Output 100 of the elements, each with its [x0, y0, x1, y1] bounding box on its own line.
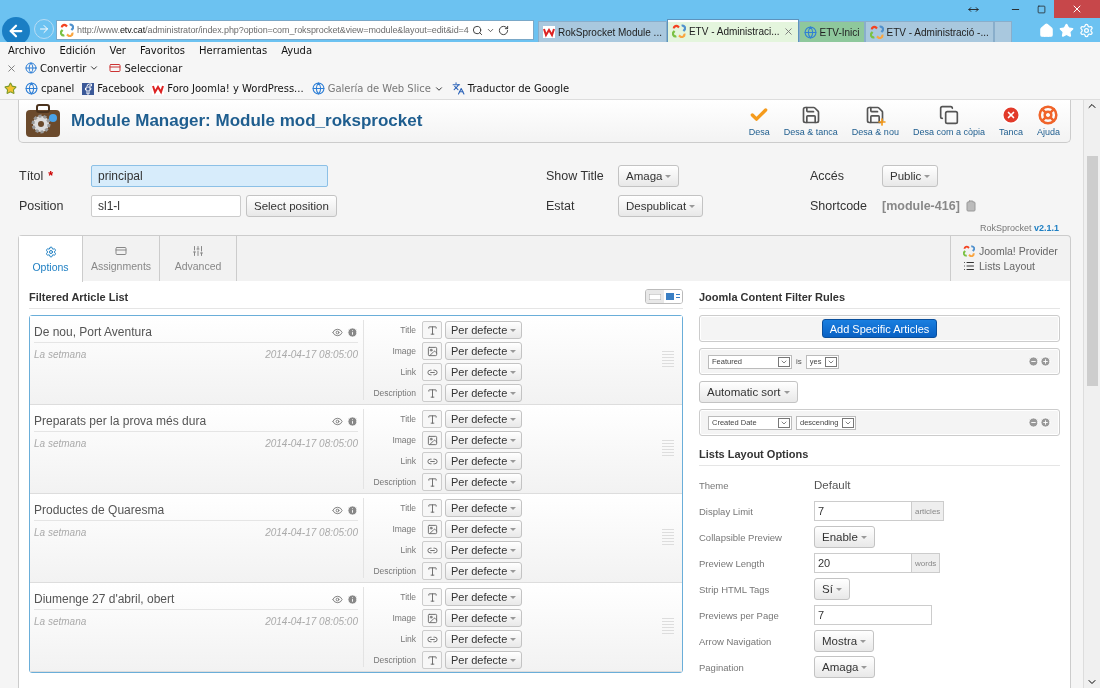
- tab[interactable]: Options: [19, 236, 83, 282]
- field-type-button[interactable]: [422, 562, 442, 580]
- scrollbar[interactable]: [1083, 100, 1100, 688]
- field-dropdown[interactable]: Per defecte: [445, 342, 523, 360]
- field-type-button[interactable]: [422, 452, 442, 470]
- close-tab-icon[interactable]: [782, 25, 794, 37]
- state-dropdown[interactable]: Despublicat: [618, 195, 704, 217]
- option-dropdown[interactable]: Sí: [814, 578, 850, 600]
- field-type-button[interactable]: [422, 473, 442, 491]
- browser-tab[interactable]: RokSprocket Module ...: [538, 21, 667, 42]
- option-field[interactable]: 7 articles: [814, 501, 1060, 521]
- star-icon[interactable]: [1059, 22, 1074, 38]
- option-dropdown[interactable]: Enable: [814, 526, 875, 548]
- menu-item[interactable]: Edición: [59, 44, 96, 56]
- field-dropdown[interactable]: Per defecte: [445, 562, 523, 580]
- field-dropdown[interactable]: Per defecte: [445, 588, 523, 606]
- info-icon[interactable]: [347, 415, 358, 427]
- search-icon[interactable]: [471, 24, 483, 36]
- browser-tab[interactable]: ETV - Administració -...: [864, 21, 994, 42]
- toolbar-button[interactable]: Desa: [744, 105, 774, 137]
- field-dropdown[interactable]: Per defecte: [445, 651, 523, 669]
- browser-tab[interactable]: ETV-Inici: [798, 21, 865, 42]
- field-dropdown[interactable]: Per defecte: [445, 363, 523, 381]
- article-item[interactable]: De nou, Port Aventura La setmana 2014-04-17 08:05:00 Title Per defecte Image Per defecte Link Per defecte Description Per defecte: [30, 316, 682, 405]
- favorite-link[interactable]: cpanel: [25, 82, 75, 95]
- view-toggle[interactable]: [664, 290, 682, 303]
- field-type-button[interactable]: [422, 431, 442, 449]
- field-dropdown[interactable]: Per defecte: [445, 630, 523, 648]
- browser-tab[interactable]: ETV - Administraci...: [666, 19, 799, 42]
- field-label: Title: [399, 592, 416, 602]
- toolbar-button[interactable]: Ajuda: [1032, 105, 1064, 137]
- field-dropdown[interactable]: Per defecte: [445, 321, 523, 339]
- command-button[interactable]: Seleccionar: [107, 62, 185, 74]
- sort-dropdown[interactable]: Automatic sort: [699, 381, 798, 403]
- info-icon[interactable]: [347, 593, 358, 605]
- show-title-dropdown[interactable]: Amaga: [618, 165, 680, 187]
- field-dropdown[interactable]: Per defecte: [445, 384, 523, 402]
- field-dropdown[interactable]: Per defecte: [445, 410, 523, 428]
- title-field[interactable]: principal: [91, 165, 328, 187]
- eye-icon[interactable]: [332, 504, 343, 516]
- favorite-link[interactable]: Traductor de Google: [451, 82, 570, 95]
- menu-item[interactable]: Ayuda: [281, 44, 313, 56]
- option-field[interactable]: 20 words: [814, 553, 1060, 573]
- toolbar-button[interactable]: Desa com a còpia: [908, 105, 989, 137]
- field-type-button[interactable]: [422, 651, 442, 669]
- toolbar-button[interactable]: Desa & nou: [847, 105, 903, 137]
- home-icon[interactable]: [1039, 22, 1054, 38]
- field-type-button[interactable]: [422, 541, 442, 559]
- option-dropdown[interactable]: Amaga: [814, 656, 876, 678]
- field-dropdown[interactable]: Per defecte: [445, 541, 523, 559]
- clipboard-icon[interactable]: [964, 200, 977, 212]
- command-button[interactable]: Convertir: [23, 62, 102, 74]
- add-icon[interactable]: [1040, 417, 1051, 428]
- field-type-button[interactable]: [422, 630, 442, 648]
- remove-icon[interactable]: [1028, 417, 1039, 428]
- field-dropdown[interactable]: Per defecte: [445, 609, 523, 627]
- settings-icon[interactable]: [1079, 22, 1094, 38]
- close-icon[interactable]: [6, 62, 17, 74]
- field-dropdown[interactable]: Per defecte: [445, 473, 523, 491]
- field-type-button[interactable]: [422, 342, 442, 360]
- add-articles-button[interactable]: Add Specific Articles: [821, 319, 938, 338]
- toolbar-button[interactable]: Desa & tanca: [779, 105, 842, 137]
- menu-item[interactable]: Archivo: [8, 44, 46, 56]
- menu-item[interactable]: Favoritos: [139, 44, 186, 56]
- field-type-button[interactable]: [422, 499, 442, 517]
- eye-icon[interactable]: [332, 593, 343, 605]
- position-field[interactable]: sl1-l: [91, 195, 241, 217]
- field-type-button[interactable]: [422, 384, 442, 402]
- address-bar[interactable]: http://www.etv.cat/administrator/index.php?option=com_roksprocket&view=module&layout=edit&id=4: [56, 20, 534, 40]
- option-label: Arrow Navigation: [699, 635, 773, 647]
- favorite-link[interactable]: Facebook: [82, 82, 145, 95]
- remove-icon[interactable]: [1028, 356, 1039, 367]
- info-icon[interactable]: [347, 326, 358, 338]
- menu-item[interactable]: Ver: [109, 44, 126, 56]
- field-type-button[interactable]: [422, 410, 442, 428]
- info-icon[interactable]: [347, 504, 358, 516]
- favorites-star-icon[interactable]: [4, 82, 17, 95]
- text-icon: [426, 502, 438, 514]
- add-icon[interactable]: [1040, 356, 1051, 367]
- text-icon: [426, 654, 438, 666]
- field-type-button[interactable]: [422, 363, 442, 381]
- access-dropdown[interactable]: Public: [882, 165, 939, 187]
- field-type-button[interactable]: [422, 609, 442, 627]
- field-dropdown[interactable]: Per defecte: [445, 431, 523, 449]
- eye-icon[interactable]: [332, 326, 343, 338]
- refresh-icon[interactable]: [497, 24, 509, 36]
- field-type-button[interactable]: [422, 588, 442, 606]
- field-dropdown[interactable]: Per defecte: [445, 520, 523, 538]
- favorite-link[interactable]: Foro Joomla! y WordPress...: [152, 82, 304, 95]
- field-dropdown[interactable]: Per defecte: [445, 452, 523, 470]
- field-dropdown[interactable]: Per defecte: [445, 499, 523, 517]
- field-type-button[interactable]: [422, 321, 442, 339]
- toolbar-button[interactable]: Tanca: [994, 105, 1027, 137]
- option-field[interactable]: 7: [814, 605, 932, 625]
- field-type-button[interactable]: [422, 520, 442, 538]
- select-position-button[interactable]: Select position: [246, 195, 337, 217]
- option-dropdown[interactable]: Mostra: [814, 630, 875, 652]
- view-toggle[interactable]: [646, 290, 664, 303]
- eye-icon[interactable]: [332, 415, 343, 427]
- menu-item[interactable]: Herramientas: [199, 44, 268, 56]
